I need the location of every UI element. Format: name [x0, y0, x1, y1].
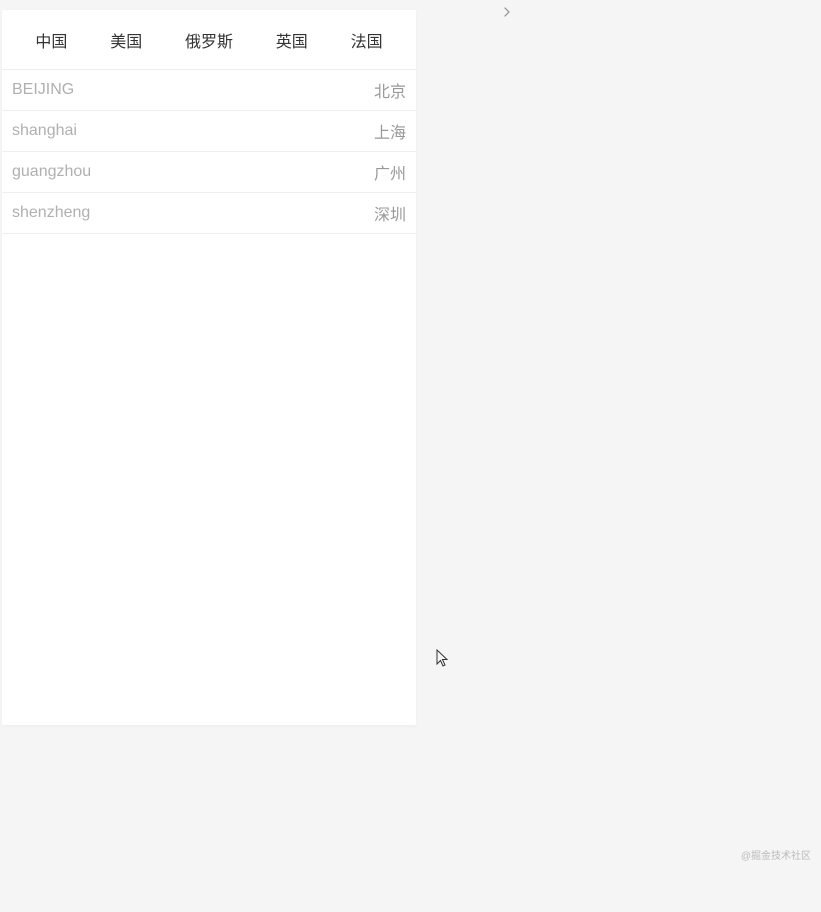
tab-russia[interactable]: 俄罗斯	[177, 24, 241, 56]
tab-uk[interactable]: 英国	[268, 24, 316, 56]
city-pinyin: shanghai	[12, 122, 77, 140]
city-chinese: 广州	[374, 160, 406, 184]
city-selector-card: 中国 美国 俄罗斯 英国 法国 BEIJING 北京 shanghai 上海 g…	[2, 10, 416, 725]
city-pinyin: shenzheng	[12, 204, 90, 222]
chevron-right-icon[interactable]	[501, 6, 513, 18]
city-pinyin: BEIJING	[12, 81, 74, 99]
list-item[interactable]: shanghai 上海	[2, 111, 416, 152]
tab-france[interactable]: 法国	[343, 24, 391, 56]
watermark: @掘金技术社区	[741, 847, 811, 862]
tab-china[interactable]: 中国	[27, 24, 75, 56]
list-item[interactable]: BEIJING 北京	[2, 70, 416, 111]
tab-usa[interactable]: 美国	[102, 24, 150, 56]
right-panel	[496, 0, 821, 912]
city-chinese: 上海	[374, 119, 406, 143]
list-item[interactable]: shenzheng 深圳	[2, 193, 416, 234]
left-panel: 中国 美国 俄罗斯 英国 法国 BEIJING 北京 shanghai 上海 g…	[0, 0, 496, 912]
city-chinese: 深圳	[374, 201, 406, 225]
city-chinese: 北京	[374, 78, 406, 102]
cursor-icon	[436, 649, 450, 669]
main-container: 中国 美国 俄罗斯 英国 法国 BEIJING 北京 shanghai 上海 g…	[0, 0, 821, 912]
country-tabs: 中国 美国 俄罗斯 英国 法国	[2, 10, 416, 70]
list-item[interactable]: guangzhou 广州	[2, 152, 416, 193]
city-list: BEIJING 北京 shanghai 上海 guangzhou 广州 shen…	[2, 70, 416, 234]
city-pinyin: guangzhou	[12, 163, 91, 181]
